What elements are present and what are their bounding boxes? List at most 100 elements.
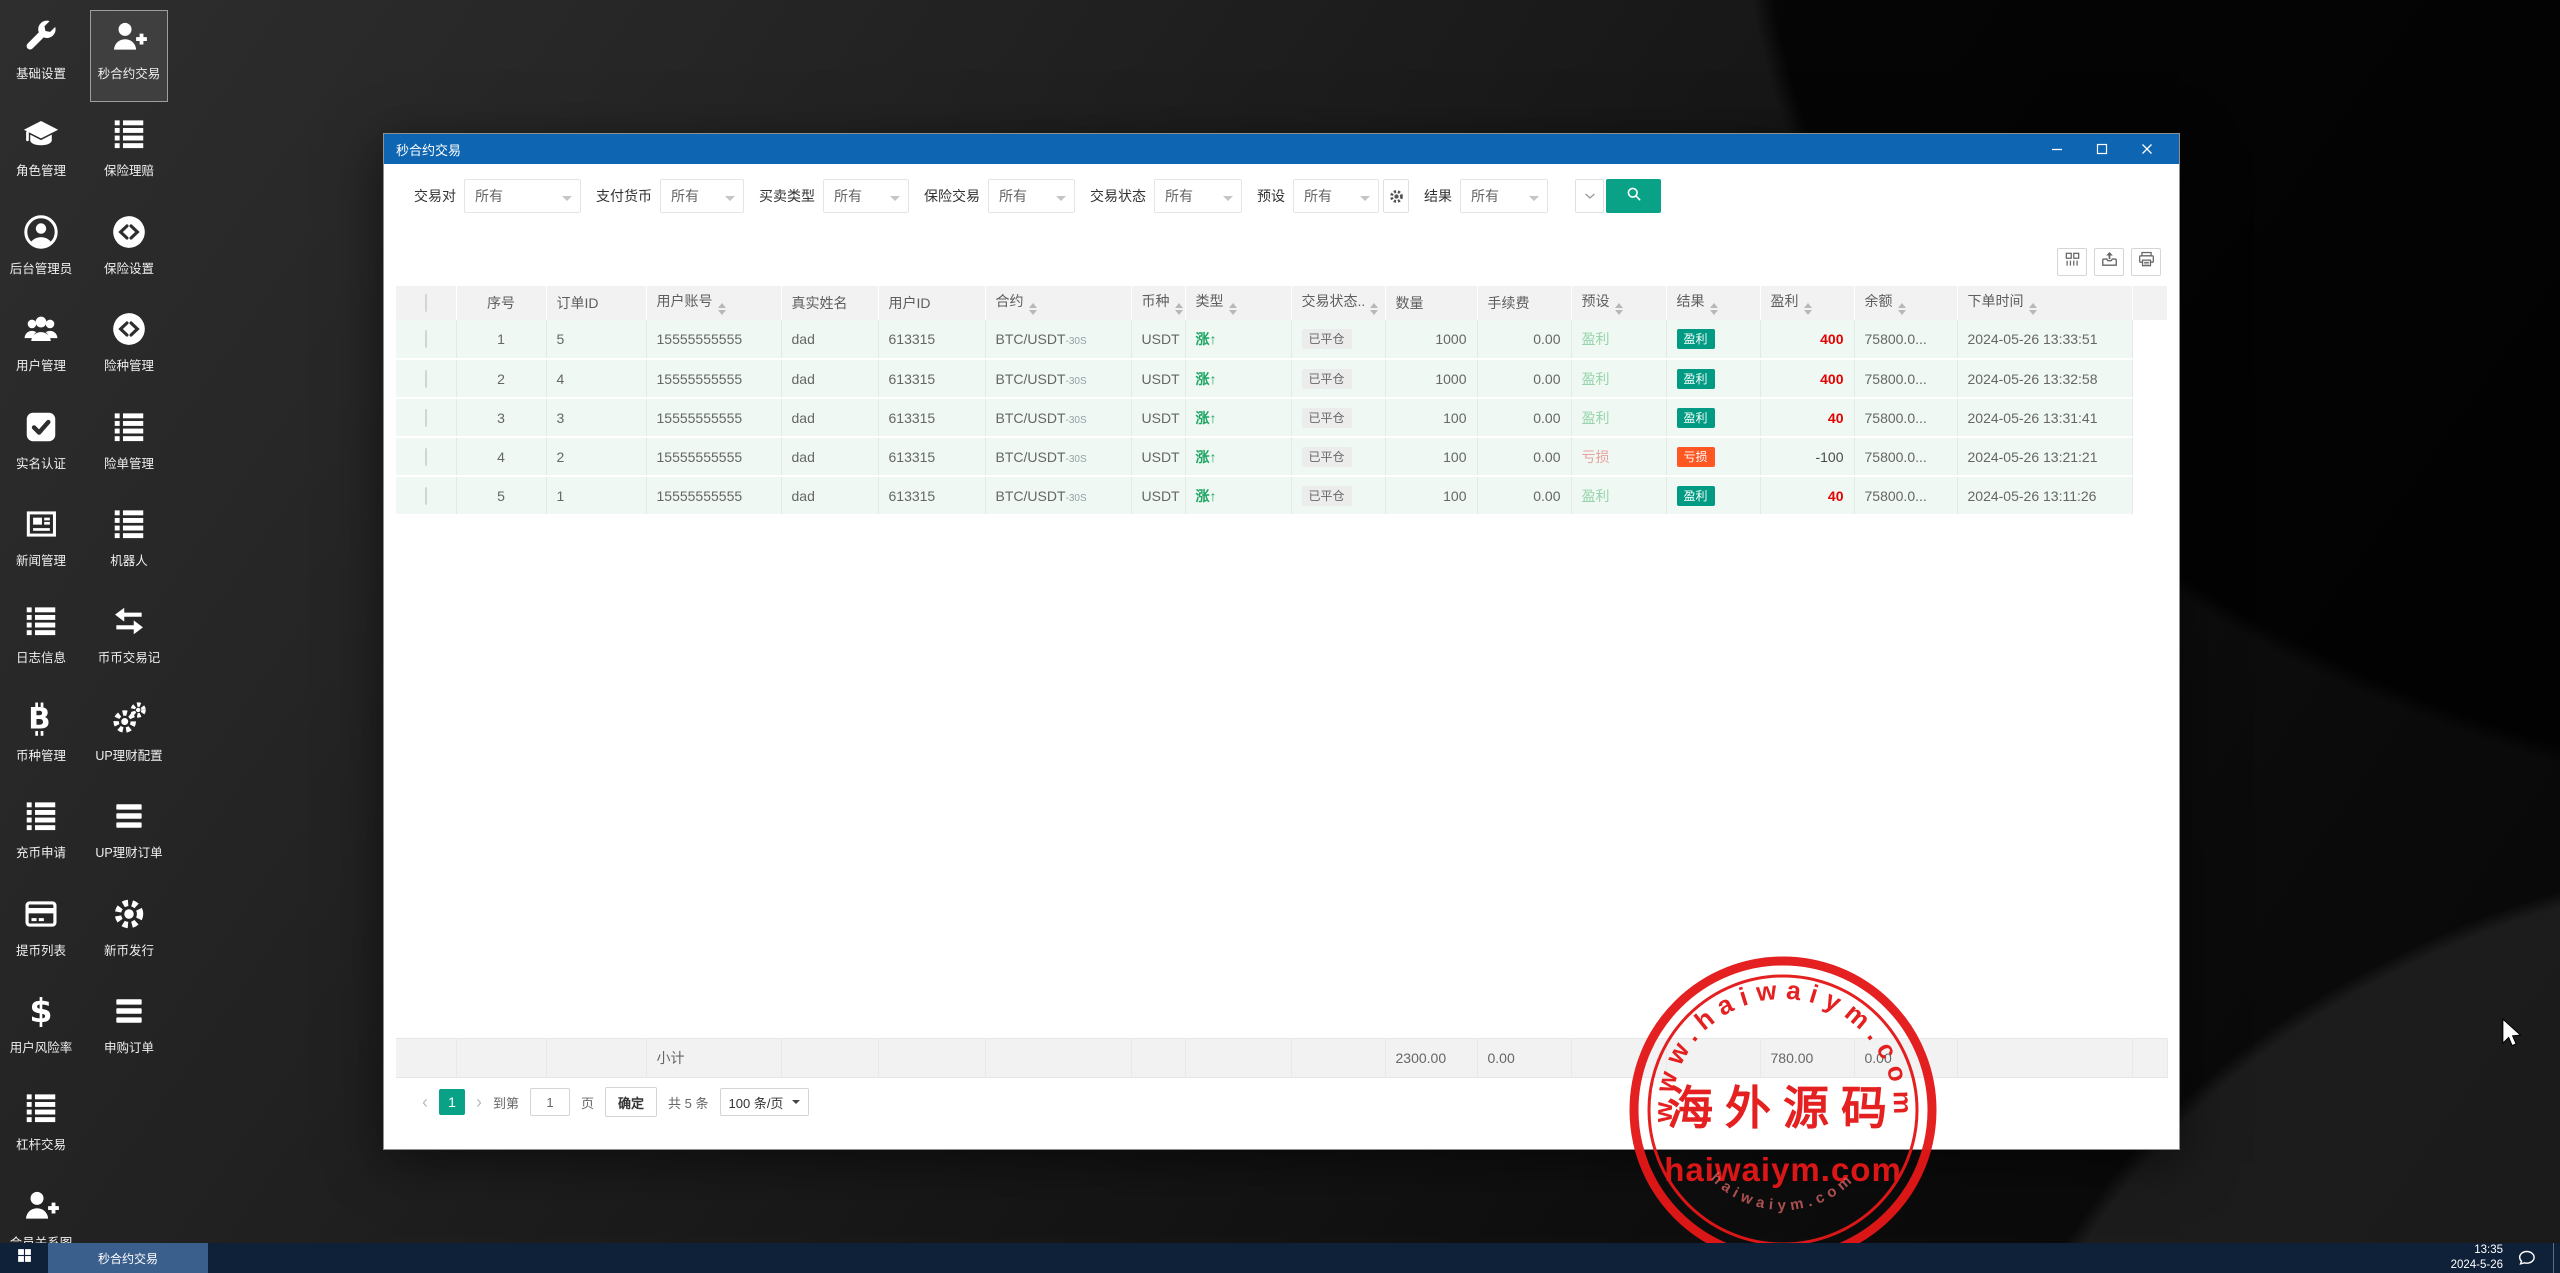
cell-balance: 75800.0... bbox=[1854, 359, 1957, 398]
subtotal-seq bbox=[456, 1039, 546, 1078]
close-button[interactable] bbox=[2124, 134, 2169, 164]
sidebar-item-up-wealth-config[interactable]: UP理财配置 bbox=[90, 692, 168, 784]
filter-select-trading-pair[interactable]: 所有 bbox=[464, 179, 581, 213]
preset-settings-button[interactable] bbox=[1383, 179, 1409, 213]
filter-select-insurance-trade[interactable]: 所有 bbox=[988, 179, 1075, 213]
sidebar-item-coin-trade-record[interactable]: 币币交易记 bbox=[90, 594, 168, 686]
taskbar-clock[interactable]: 13:35 2024-5-26 bbox=[2451, 1243, 2503, 1273]
filter-select-trade-status[interactable]: 所有 bbox=[1154, 179, 1242, 213]
bitcoin-icon: B bbox=[22, 699, 60, 739]
table-toolbar bbox=[2057, 248, 2161, 276]
sidebar-item-policy-management[interactable]: 险单管理 bbox=[90, 400, 168, 492]
row-checkbox[interactable] bbox=[425, 330, 427, 348]
filter-label: 交易状态 bbox=[1090, 186, 1146, 206]
sidebar-item-deposit-requests[interactable]: 充币申请 bbox=[2, 789, 80, 881]
sort-icon[interactable] bbox=[2029, 303, 2037, 315]
sort-icon[interactable] bbox=[718, 303, 726, 315]
next-page-button[interactable]: › bbox=[476, 1092, 482, 1113]
row-checkbox[interactable] bbox=[425, 370, 427, 388]
sort-icon[interactable] bbox=[1898, 303, 1906, 315]
sidebar-item-insurance-settings[interactable]: 保险设置 bbox=[90, 205, 168, 297]
filter-select-preset[interactable]: 所有 bbox=[1293, 179, 1379, 213]
taskbar-item-active[interactable]: 秒合约交易 bbox=[48, 1243, 208, 1273]
sidebar-item-insurance-type-management[interactable]: 险种管理 bbox=[90, 302, 168, 394]
window-titlebar[interactable]: 秒合约交易 bbox=[384, 134, 2179, 164]
export-button[interactable] bbox=[2094, 248, 2124, 276]
page-size-select[interactable]: 100 条/页 bbox=[720, 1088, 810, 1116]
sidebar-item-label: 提币列表 bbox=[16, 940, 66, 959]
credit-card-icon bbox=[22, 894, 60, 934]
search-button[interactable] bbox=[1606, 179, 1661, 213]
sort-icon[interactable] bbox=[1615, 303, 1623, 315]
sort-icon[interactable] bbox=[1804, 303, 1812, 315]
sidebar-item-up-wealth-orders[interactable]: UP理财订单 bbox=[90, 789, 168, 881]
show-desktop-button[interactable] bbox=[2553, 1243, 2560, 1273]
cell-account: 15555555555 bbox=[646, 476, 781, 515]
sidebar-item-insurance-claims[interactable]: 保险理赔 bbox=[90, 107, 168, 199]
column-header-time[interactable]: 下单时间 bbox=[1957, 286, 2132, 320]
sort-icon[interactable] bbox=[1710, 303, 1718, 315]
filter-select-trade-type[interactable]: 所有 bbox=[823, 179, 909, 213]
sidebar-item-coin-management[interactable]: B币种管理 bbox=[2, 692, 80, 784]
sidebar-item-user-risk-rate[interactable]: $用户风险率 bbox=[2, 984, 80, 1076]
columns-button[interactable] bbox=[2057, 248, 2087, 276]
sidebar-item-subscription-orders[interactable]: 申购订单 bbox=[90, 984, 168, 1076]
sidebar-item-withdrawal-list[interactable]: 提币列表 bbox=[2, 887, 80, 979]
column-header-profit[interactable]: 盈利 bbox=[1760, 286, 1854, 320]
sidebar-item-leverage-trading[interactable]: 杠杆交易 bbox=[2, 1081, 80, 1173]
confirm-page-button[interactable]: 确定 bbox=[605, 1087, 657, 1117]
sort-icon[interactable] bbox=[1175, 303, 1183, 315]
cell-status: 已平仓 bbox=[1291, 437, 1385, 476]
sidebar-item-second-contract-trading[interactable]: 秒合约交易 bbox=[90, 10, 168, 102]
filter-select-result[interactable]: 所有 bbox=[1460, 179, 1548, 213]
start-button[interactable] bbox=[0, 1243, 48, 1273]
subtotal-balance: 0.00 bbox=[1854, 1039, 1957, 1078]
sidebar-item-label: 秒合约交易 bbox=[98, 63, 161, 82]
more-filters-button[interactable] bbox=[1575, 179, 1604, 213]
cell-user_id: 613315 bbox=[878, 359, 985, 398]
sidebar-item-user-management[interactable]: 用户管理 bbox=[2, 302, 80, 394]
column-header-coin[interactable]: 币种 bbox=[1131, 286, 1185, 320]
sort-icon[interactable] bbox=[1029, 303, 1037, 315]
row-checkbox[interactable] bbox=[425, 448, 427, 466]
sidebar-item-basic-settings[interactable]: 基础设置 bbox=[2, 10, 80, 102]
cell-balance: 75800.0... bbox=[1854, 476, 1957, 515]
column-header-account[interactable]: 用户账号 bbox=[646, 286, 781, 320]
current-page-badge[interactable]: 1 bbox=[439, 1089, 465, 1115]
chat-bubble-icon[interactable] bbox=[2517, 1248, 2537, 1268]
column-header-preset[interactable]: 预设 bbox=[1571, 286, 1666, 320]
print-button[interactable] bbox=[2131, 248, 2161, 276]
filter-select-payment-currency[interactable]: 所有 bbox=[660, 179, 744, 213]
column-header-contract[interactable]: 合约 bbox=[985, 286, 1131, 320]
column-header-label: 序号 bbox=[487, 295, 515, 311]
status-badge: 已平仓 bbox=[1302, 408, 1352, 428]
sidebar-item-real-name-auth[interactable]: 实名认证 bbox=[2, 400, 80, 492]
prev-page-button[interactable]: ‹ bbox=[422, 1092, 428, 1113]
sidebar-item-role-management[interactable]: 角色管理 bbox=[2, 107, 80, 199]
cell-preset: 盈利 bbox=[1571, 359, 1666, 398]
sidebar-item-admin-management[interactable]: 后台管理员 bbox=[2, 205, 80, 297]
sidebar-item-robot[interactable]: 机器人 bbox=[90, 497, 168, 589]
sort-icon[interactable] bbox=[1229, 303, 1237, 315]
column-header-result[interactable]: 结果 bbox=[1666, 286, 1760, 320]
sort-icon[interactable] bbox=[1370, 303, 1378, 315]
cell-type: 涨↑ bbox=[1185, 476, 1291, 515]
minimize-button[interactable] bbox=[2034, 134, 2079, 164]
sidebar-item-news-management[interactable]: 新闻管理 bbox=[2, 497, 80, 589]
maximize-button[interactable] bbox=[2079, 134, 2124, 164]
select-all-checkbox[interactable] bbox=[425, 294, 427, 312]
cell-profit: 400 bbox=[1760, 320, 1854, 359]
cell-account: 15555555555 bbox=[646, 359, 781, 398]
goto-page-input[interactable] bbox=[530, 1088, 570, 1116]
cell-seq: 5 bbox=[456, 476, 546, 515]
sidebar-item-new-coin-issue[interactable]: 新币发行 bbox=[90, 887, 168, 979]
row-checkbox[interactable] bbox=[425, 409, 427, 427]
column-header-status[interactable]: 交易状态.. bbox=[1291, 286, 1385, 320]
sidebar-item-log-info[interactable]: 日志信息 bbox=[2, 594, 80, 686]
column-header-type[interactable]: 类型 bbox=[1185, 286, 1291, 320]
cell-balance: 75800.0... bbox=[1854, 320, 1957, 359]
bars-icon bbox=[110, 991, 148, 1031]
row-checkbox[interactable] bbox=[425, 487, 427, 505]
column-header-balance[interactable]: 余额 bbox=[1854, 286, 1957, 320]
cell-account: 15555555555 bbox=[646, 320, 781, 359]
